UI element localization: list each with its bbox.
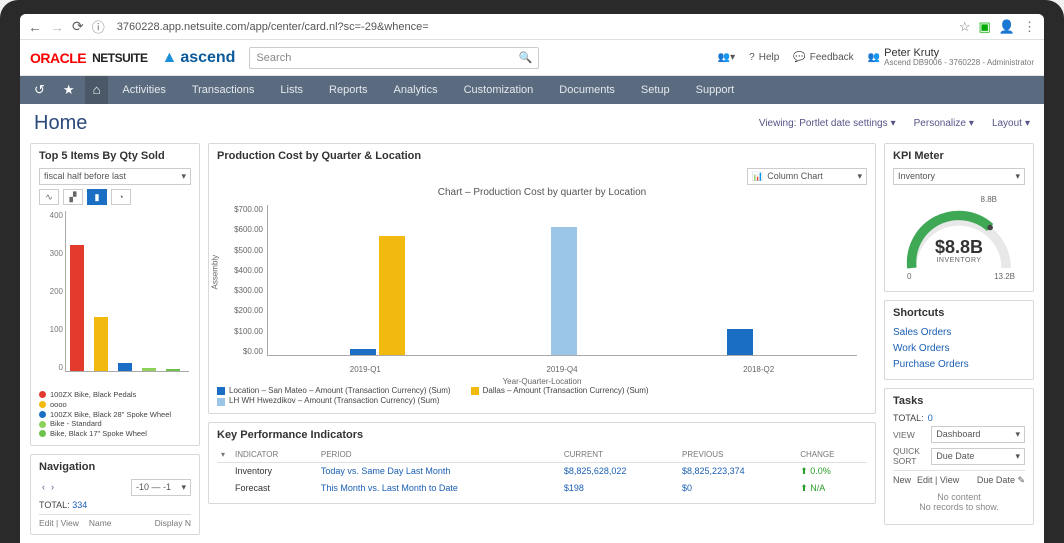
page-next-icon[interactable]: ›: [48, 482, 57, 492]
nav-lists[interactable]: Lists: [268, 76, 315, 104]
shortcut-sales[interactable]: Sales Orders: [893, 325, 1025, 341]
bar-5: [166, 369, 180, 371]
chart-line-icon[interactable]: ∿: [39, 189, 59, 205]
kpi-table: ▾ INDICATORPERIODCURRENTPREVIOUSCHANGE I…: [217, 447, 867, 497]
star-icon[interactable]: ☆: [959, 19, 971, 35]
ascend-logo: ▲ascend: [161, 49, 235, 67]
center-chart-title: Chart – Production Cost by quarter by Lo…: [217, 187, 867, 198]
nav-transactions[interactable]: Transactions: [180, 76, 267, 104]
viewing-link[interactable]: Viewing: Portlet date settings ▾: [759, 118, 896, 129]
nav-reports[interactable]: Reports: [317, 76, 380, 104]
top5-portlet: Top 5 Items By Qty Sold fiscal half befo…: [30, 143, 200, 446]
chart-area-icon[interactable]: ▞: [63, 189, 83, 205]
tasks-new-button[interactable]: New: [893, 475, 911, 486]
bar-2: [94, 317, 108, 371]
star-nav-icon[interactable]: ★: [55, 76, 83, 104]
info-icon[interactable]: ⓘ: [92, 17, 105, 36]
top5-chart: 4003002001000: [39, 211, 191, 386]
tasks-title: Tasks: [893, 395, 1025, 407]
nav-documents[interactable]: Documents: [547, 76, 627, 104]
page-title: Home: [34, 112, 87, 135]
browser-chrome: ← → ⟳ ⓘ 3760228.app.netsuite.com/app/cen…: [20, 14, 1044, 40]
personalize-link[interactable]: Personalize ▾: [914, 118, 974, 129]
profile-icon[interactable]: 👤: [999, 19, 1015, 35]
bar-3: [118, 363, 132, 371]
kpimeter-select[interactable]: Inventory▾: [893, 168, 1025, 185]
kpi-title: Key Performance Indicators: [217, 429, 867, 441]
help-link[interactable]: ?Help: [749, 52, 779, 63]
collapse-icon[interactable]: ▾: [221, 450, 225, 459]
tasks-portlet: Tasks TOTAL: 0 VIEWDashboard▾ QUICK SORT…: [884, 388, 1034, 525]
table-row[interactable]: Inventory Today vs. Same Day Last Month …: [217, 462, 867, 480]
gauge-value: $8.8B: [893, 237, 1025, 258]
url-bar[interactable]: 3760228.app.netsuite.com/app/center/card…: [113, 21, 951, 33]
tasks-view-select[interactable]: Dashboard▾: [931, 426, 1025, 443]
chart-bar-icon[interactable]: ▮: [87, 189, 107, 205]
chart-type-select[interactable]: 📊Column Chart▾: [747, 168, 867, 185]
main-nav: ↺ ★ ⌂ Activities Transactions Lists Repo…: [20, 76, 1044, 104]
top5-legend: 100ZX Bike, Black Pedals oooo 100ZX Bike…: [39, 390, 191, 439]
top5-period-select[interactable]: fiscal half before last▾: [39, 168, 191, 185]
tasks-edit-button[interactable]: Edit | View: [917, 475, 959, 486]
forward-icon[interactable]: →: [50, 19, 64, 35]
user-menu[interactable]: 👥 Peter Kruty Ascend DB9006 - 3760228 - …: [868, 47, 1034, 68]
nav-activities[interactable]: Activities: [110, 76, 177, 104]
navigation-portlet: Navigation ‹› -10 — -1▾ TOTAL: 334 Edit …: [30, 454, 200, 535]
tasks-sort-select[interactable]: Due Date▾: [931, 448, 1025, 465]
page-prev-icon[interactable]: ‹: [39, 482, 48, 492]
history-icon[interactable]: ↺: [26, 76, 53, 104]
center-legend: Location – San Mateo – Amount (Transacti…: [217, 386, 867, 407]
kpi-portlet: Key Performance Indicators ▾ INDICATORPE…: [208, 422, 876, 504]
top5-title: Top 5 Items By Qty Sold: [39, 150, 191, 162]
feedback-link[interactable]: 💬Feedback: [793, 52, 853, 63]
chart-pie-icon[interactable]: ◔: [111, 189, 131, 205]
role-switcher[interactable]: 👥▾: [718, 52, 735, 63]
shortcuts-title: Shortcuts: [893, 307, 1025, 319]
total-link[interactable]: 334: [72, 500, 87, 510]
netsuite-logo: NETSUITE: [92, 51, 147, 65]
user-role: Ascend DB9006 - 3760228 - Administrator: [884, 59, 1034, 68]
table-row[interactable]: Forecast This Month vs. Last Month to Da…: [217, 480, 867, 497]
bar-1: [70, 245, 84, 371]
center-chart: Chart – Production Cost by quarter by Lo…: [217, 187, 867, 382]
nav-setup[interactable]: Setup: [629, 76, 682, 104]
nav-customization[interactable]: Customization: [452, 76, 546, 104]
search-input[interactable]: Search 🔍: [249, 47, 539, 69]
chevron-down-icon: ▾: [181, 171, 186, 182]
extension-icon[interactable]: ▣: [979, 19, 991, 35]
menu-icon[interactable]: ⋮: [1023, 19, 1036, 35]
search-icon[interactable]: 🔍: [519, 51, 533, 64]
search-placeholder: Search: [256, 52, 518, 64]
pager-select[interactable]: -10 — -1▾: [131, 479, 191, 496]
tasks-due-button[interactable]: Due Date ✎: [977, 475, 1025, 486]
reload-icon[interactable]: ⟳: [72, 18, 84, 35]
nav-actions[interactable]: Edit | View: [39, 518, 79, 528]
oracle-logo: ORACLE: [30, 50, 86, 66]
shortcut-purchase[interactable]: Purchase Orders: [893, 357, 1025, 373]
home-icon[interactable]: ⌂: [85, 76, 109, 104]
app-header: ORACLE NETSUITE ▲ascend Search 🔍 👥▾ ?Hel…: [20, 40, 1044, 76]
shortcuts-portlet: Shortcuts Sales Orders Work Orders Purch…: [884, 300, 1034, 380]
kpi-meter-portlet: KPI Meter Inventory▾ 8.8B $8.8B INVENTOR…: [884, 143, 1034, 292]
shortcut-work[interactable]: Work Orders: [893, 341, 1025, 357]
gauge: 8.8B $8.8B INVENTORY 0 13.2B: [893, 185, 1025, 285]
nav-support[interactable]: Support: [684, 76, 747, 104]
nav-title: Navigation: [39, 461, 191, 473]
nav-analytics[interactable]: Analytics: [382, 76, 450, 104]
back-icon[interactable]: ←: [28, 19, 42, 35]
bar-4: [142, 368, 156, 371]
page-subheader: Home Viewing: Portlet date settings ▾ Pe…: [20, 104, 1044, 143]
center-title: Production Cost by Quarter & Location: [217, 150, 867, 162]
production-cost-portlet: Production Cost by Quarter & Location 📊C…: [208, 143, 876, 414]
layout-link[interactable]: Layout ▾: [992, 118, 1030, 129]
kpimeter-title: KPI Meter: [893, 150, 1025, 162]
